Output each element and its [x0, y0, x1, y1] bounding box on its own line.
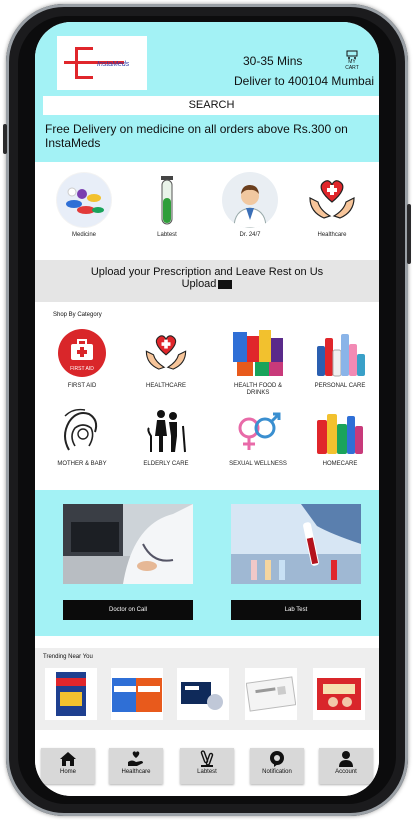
- upload-headline: Upload your Prescription and Leave Rest …: [90, 266, 324, 278]
- lab-photo[interactable]: [231, 504, 361, 584]
- product-box-image: [112, 678, 162, 712]
- notification-icon: [270, 751, 284, 767]
- trending-product[interactable]: [45, 668, 97, 720]
- category-sexual-wellness[interactable]: SEXUAL WELLNESS: [223, 406, 293, 468]
- trending-product[interactable]: [111, 668, 163, 720]
- doctor-photo[interactable]: [63, 504, 193, 584]
- category-label: HEALTH FOOD & DRINKS: [234, 383, 282, 396]
- side-button: [3, 124, 7, 154]
- service-label: Medicine: [71, 232, 96, 238]
- side-button: [407, 204, 411, 264]
- home-icon: [60, 752, 76, 766]
- service-doctor[interactable]: Dr. 24/7: [215, 172, 285, 238]
- cart-button[interactable]: MY CART: [341, 50, 363, 71]
- delivery-eta: 30-35 Mins: [243, 54, 303, 68]
- nav-healthcare[interactable]: Healthcare: [109, 748, 163, 784]
- bottom-nav: Home Healthcare Labtest Notification Acc…: [35, 734, 379, 796]
- instameds-logo-icon: InstaMeds: [64, 47, 130, 79]
- service-label: Labtest: [157, 232, 177, 238]
- heart-hands-icon: [145, 335, 187, 370]
- svg-text:InstaMeds: InstaMeds: [97, 61, 130, 68]
- services-row: Medicine Labtest Dr. 24/7 Healthcare: [35, 168, 379, 256]
- service-healthcare[interactable]: Healthcare: [297, 172, 367, 238]
- header: InstaMeds 30-35 Mins Deliver to 400104 M…: [35, 22, 379, 162]
- service-labtest[interactable]: Labtest: [132, 172, 202, 238]
- elderly-icon: [147, 410, 186, 453]
- trending-product[interactable]: [245, 668, 297, 720]
- lab-test-button[interactable]: Lab Test: [231, 600, 361, 620]
- trending-section: Trending Near You: [35, 648, 379, 730]
- svg-text:FIRST AID: FIRST AID: [70, 366, 94, 372]
- service-label: Dr. 24/7: [239, 232, 261, 238]
- category-label: SEXUAL WELLNESS: [229, 461, 287, 467]
- doctor-on-call-button[interactable]: Doctor on Call: [63, 600, 193, 620]
- nav-labtest[interactable]: Labtest: [180, 748, 234, 784]
- upload-prescription-banner[interactable]: Upload your Prescription and Leave Rest …: [35, 260, 379, 302]
- category-personal-care[interactable]: PERSONAL CARE: [305, 328, 375, 390]
- category-elderly-care[interactable]: ELDERLY CARE: [131, 406, 201, 468]
- first-aid-icon: FIRST AID: [58, 329, 106, 377]
- search-bar[interactable]: SEARCH: [43, 96, 379, 115]
- category-first-aid[interactable]: FIRST AID FIRST AID: [47, 328, 117, 390]
- pills-icon: [57, 173, 111, 227]
- category-label: ELDERLY CARE: [143, 461, 189, 467]
- category-health-food[interactable]: HEALTH FOOD & DRINKS: [223, 328, 293, 397]
- nav-label: Healthcare: [121, 769, 151, 775]
- personal-care-icon: [317, 334, 365, 377]
- service-medicine[interactable]: Medicine: [49, 172, 119, 238]
- upload-link[interactable]: Upload: [182, 278, 217, 290]
- account-icon: [339, 751, 353, 767]
- cart-label: MY CART: [345, 59, 359, 71]
- product-box-image: [56, 672, 86, 716]
- nav-account[interactable]: Account: [319, 748, 373, 784]
- doctor-laptop-image: [63, 504, 193, 584]
- doctor-icon: [223, 173, 277, 228]
- category-label: HEALTHCARE: [146, 383, 186, 389]
- delivery-location[interactable]: Deliver to 400104 Mumbai: [234, 74, 374, 88]
- category-section-title: Shop By Category: [53, 312, 102, 318]
- cart-icon: [346, 50, 358, 59]
- promo-banner: Free Delivery on medicine on all orders …: [45, 122, 348, 150]
- category-healthcare[interactable]: HEALTHCARE: [131, 328, 201, 390]
- nav-notification[interactable]: Notification: [250, 748, 304, 784]
- category-label: FIRST AID: [67, 383, 97, 389]
- service-label: Healthcare: [317, 232, 347, 238]
- labtest-icon: [200, 750, 214, 767]
- logo[interactable]: InstaMeds: [57, 36, 147, 90]
- health-food-icon: [233, 330, 283, 376]
- product-box-image: [246, 676, 296, 712]
- homecare-icon: [317, 414, 363, 454]
- nav-home[interactable]: Home: [41, 748, 95, 784]
- upload-icon[interactable]: [218, 279, 233, 289]
- app-screen: InstaMeds 30-35 Mins Deliver to 400104 M…: [35, 22, 379, 796]
- trending-product[interactable]: [313, 668, 365, 720]
- lab-test-image: [231, 504, 361, 584]
- nav-label: Notification: [262, 769, 292, 775]
- trending-product[interactable]: [177, 668, 229, 720]
- category-label: MOTHER & BABY: [57, 461, 107, 467]
- category-homecare[interactable]: HOMECARE: [305, 406, 375, 468]
- nav-label: Account: [335, 769, 357, 775]
- category-label: HOMECARE: [322, 461, 358, 467]
- category-label: PERSONAL CARE: [314, 383, 366, 389]
- trending-title: Trending Near You: [43, 654, 93, 660]
- heart-hands-icon: [309, 180, 355, 219]
- product-box-image: [317, 678, 361, 710]
- healthcare-icon: [128, 751, 143, 766]
- on-demand-section: Doctor on Call Lab Test: [35, 490, 379, 636]
- product-box-image: [181, 682, 223, 710]
- nav-label: Home: [59, 769, 76, 775]
- nav-label: Labtest: [197, 769, 217, 775]
- category-mother-baby[interactable]: MOTHER & BABY: [47, 406, 117, 468]
- mother-baby-icon: [64, 408, 98, 451]
- gender-icon: [238, 412, 281, 450]
- test-tube-icon: [161, 176, 173, 225]
